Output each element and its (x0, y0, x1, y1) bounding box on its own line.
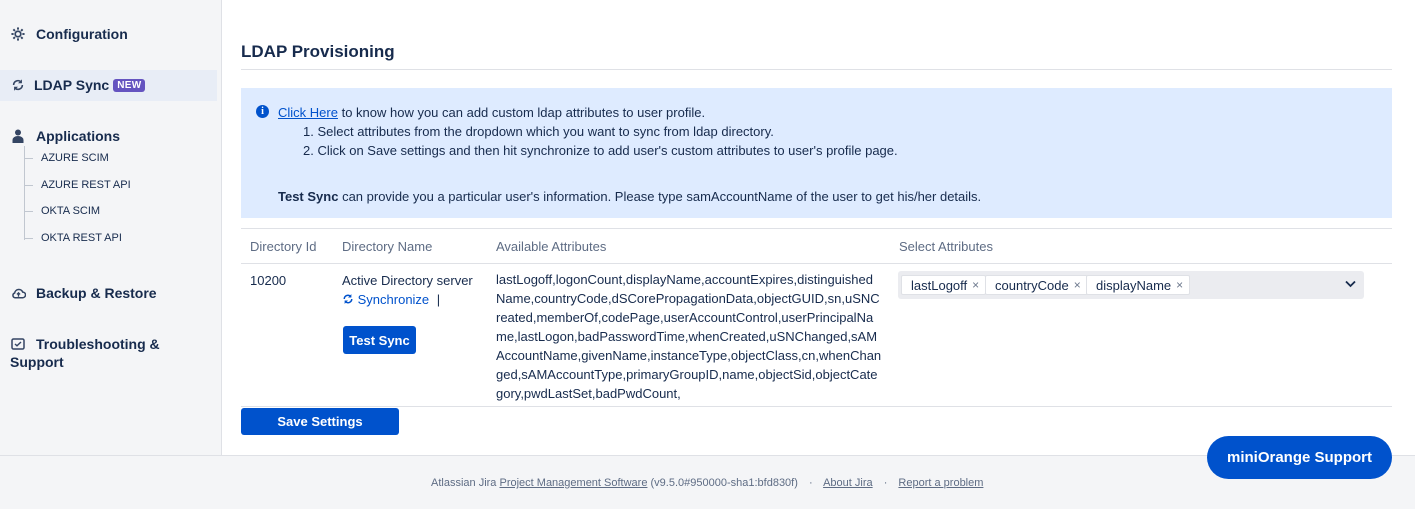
sub-item-azure-scim[interactable]: AZURE SCIM (41, 152, 109, 164)
header-directory-id: Directory Id (250, 239, 317, 254)
test-sync-text: can provide you a particular user's info… (338, 189, 982, 204)
sidebar: Configuration LDAP Sync NEW Applications… (0, 0, 222, 455)
nav-ldap-sync[interactable]: LDAP Sync NEW (10, 77, 146, 93)
nav-ldap-sync-label: LDAP Sync (34, 77, 110, 93)
footer: Atlassian Jira Project Management Softwa… (0, 455, 1415, 509)
nav-troubleshooting[interactable]: Troubleshooting & Support (10, 336, 160, 370)
selected-chip: displayName × (1086, 275, 1191, 295)
header-select-attributes: Select Attributes (899, 239, 993, 254)
nav-configuration[interactable]: Configuration (10, 26, 128, 42)
main-content: LDAP Provisioning i Click Here to know h… (223, 0, 1415, 455)
sync-icon (343, 294, 353, 304)
info-step-1: 1. Select attributes from the dropdown w… (303, 124, 774, 139)
page-title: LDAP Provisioning (241, 42, 395, 61)
info-icon: i (256, 105, 269, 118)
selected-chip: countryCode × (985, 275, 1088, 295)
title-divider (241, 69, 1392, 70)
cloud-icon (10, 285, 26, 301)
about-jira-link[interactable]: About Jira (823, 477, 873, 489)
nav-troubleshooting-label: Troubleshooting & (36, 336, 160, 352)
chip-label: lastLogoff (911, 277, 968, 293)
test-sync-bold: Test Sync (278, 189, 339, 204)
footer-separator: · (883, 477, 888, 489)
save-settings-button[interactable]: Save Settings (241, 408, 399, 435)
info-step-2: 2. Click on Save settings and then hit s… (303, 143, 898, 158)
test-sync-button[interactable]: Test Sync (343, 326, 416, 354)
footer-version: (v9.5.0#950000-sha1:bfd830f) (647, 477, 798, 489)
nav-backup-label: Backup & Restore (36, 285, 157, 301)
separator: | (436, 292, 441, 307)
new-badge: NEW (113, 78, 146, 92)
tree-connector (25, 158, 33, 159)
footer-text: Atlassian Jira Project Management Softwa… (431, 477, 983, 489)
chip-label: countryCode (995, 277, 1069, 293)
synchronize-label: Synchronize (357, 292, 430, 307)
chevron-down-icon[interactable] (1345, 277, 1356, 291)
sync-icon (10, 77, 26, 93)
tree-connector (25, 185, 33, 186)
support-icon (10, 336, 26, 352)
nav-applications[interactable]: Applications (10, 128, 120, 144)
chip-label: displayName (1096, 277, 1172, 293)
nav-configuration-label: Configuration (36, 26, 128, 42)
selected-chip: lastLogoff × (901, 275, 987, 295)
nav-troubleshooting-label-2: Support (10, 354, 64, 370)
remove-chip-icon[interactable]: × (1074, 278, 1081, 292)
info-panel: i Click Here to know how you can add cus… (241, 88, 1392, 218)
synchronize-row: Synchronize | (342, 292, 440, 307)
info-line-1: Click Here to know how you can add custo… (278, 105, 705, 120)
cell-directory-id: 10200 (250, 273, 287, 288)
cell-directory-name: Active Directory server (342, 273, 473, 288)
gear-icon (10, 26, 26, 42)
pms-link[interactable]: Project Management Software (499, 477, 647, 489)
header-directory-name: Directory Name (342, 239, 433, 254)
select-attributes-dropdown[interactable]: lastLogoff × countryCode × displayName × (898, 271, 1364, 299)
nav-backup-restore[interactable]: Backup & Restore (10, 285, 157, 301)
sub-item-okta-rest-api[interactable]: OKTA REST API (41, 232, 122, 244)
footer-prefix: Atlassian Jira (431, 477, 500, 489)
tree-connector (25, 238, 33, 239)
cell-available-attributes: lastLogoff,logonCount,displayName,accoun… (496, 272, 882, 401)
report-problem-link[interactable]: Report a problem (898, 477, 983, 489)
remove-chip-icon[interactable]: × (972, 278, 979, 292)
sub-item-okta-scim[interactable]: OKTA SCIM (41, 205, 100, 217)
row-divider (241, 406, 1392, 407)
header-available-attributes: Available Attributes (496, 239, 607, 254)
click-here-link[interactable]: Click Here (278, 105, 338, 120)
nav-applications-label: Applications (36, 128, 121, 144)
applications-submenu: AZURE SCIM AZURE REST API OKTA SCIM OKTA… (24, 146, 214, 244)
footer-separator: · (808, 477, 813, 489)
sub-item-azure-rest-api[interactable]: AZURE REST API (41, 179, 131, 191)
info-test-sync: Test Sync can provide you a particular u… (278, 189, 981, 204)
remove-chip-icon[interactable]: × (1176, 278, 1183, 292)
info-line-1-text: to know how you can add custom ldap attr… (337, 105, 706, 120)
user-icon (10, 128, 26, 144)
miniorange-support-button[interactable]: miniOrange Support (1207, 436, 1392, 479)
tree-connector (25, 211, 33, 212)
synchronize-link[interactable]: Synchronize (342, 292, 433, 307)
table-header: Directory Id Directory Name Available At… (241, 228, 1392, 264)
